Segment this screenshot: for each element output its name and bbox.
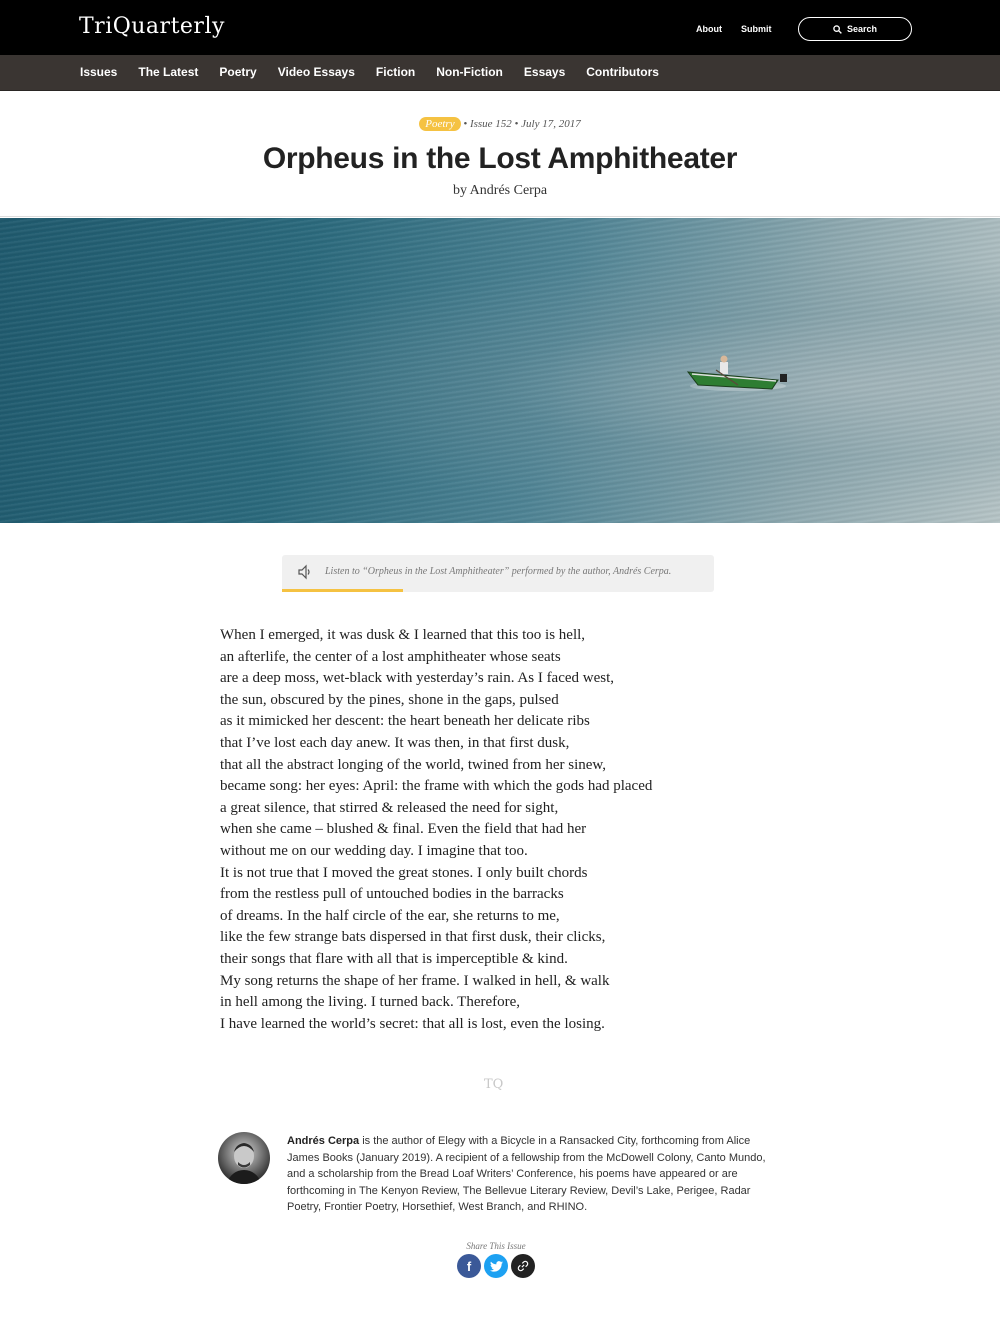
author-bio: Andrés Cerpa is the author of Elegy with… xyxy=(287,1133,777,1216)
poem-line: a great silence, that stirred & released… xyxy=(220,799,559,816)
poem-line: when she came – blushed & final. Even th… xyxy=(220,821,587,838)
poem-line: the sun, obscured by the pines, shone in… xyxy=(220,691,559,708)
category-tag[interactable]: Poetry xyxy=(419,117,461,131)
facebook-icon: f xyxy=(466,1258,472,1274)
meta-separator: • xyxy=(463,118,470,130)
audio-progress-bar[interactable] xyxy=(282,589,403,592)
poem-line: as it mimicked her descent: the heart be… xyxy=(220,713,590,730)
twitter-share-button[interactable] xyxy=(484,1254,508,1278)
submit-link[interactable]: Submit xyxy=(741,24,772,34)
audio-player[interactable]: Listen to “Orpheus in the Lost Amphithea… xyxy=(282,555,714,592)
share-label: Share This Issue xyxy=(466,1241,526,1251)
poem-line: became song: her eyes: April: the frame … xyxy=(220,778,653,795)
nav-item-non-fiction[interactable]: Non-Fiction xyxy=(436,55,503,90)
hero-image xyxy=(0,218,1000,523)
poem-line: an afterlife, the center of a lost amphi… xyxy=(220,648,561,665)
divider xyxy=(0,216,1000,217)
poem-line: that all the abstract longing of the wor… xyxy=(220,756,607,773)
site-logo[interactable]: TriQuarterly xyxy=(79,14,225,39)
about-link[interactable]: About xyxy=(696,24,722,34)
water-texture xyxy=(0,218,1000,523)
nav-item-the-latest[interactable]: The Latest xyxy=(138,55,198,90)
poem-line: of dreams. In the half circle of the ear… xyxy=(220,907,560,924)
nav-item-video-essays[interactable]: Video Essays xyxy=(278,55,355,90)
main-nav: Issues The Latest Poetry Video Essays Fi… xyxy=(0,55,1000,91)
rowboat-illustration xyxy=(686,355,787,391)
twitter-icon xyxy=(489,1260,503,1272)
nav-item-essays[interactable]: Essays xyxy=(524,55,565,90)
issue-number[interactable]: Issue 152 xyxy=(470,118,512,130)
poem-line: I have learned the world’s secret: that … xyxy=(220,1015,605,1032)
nav-item-fiction[interactable]: Fiction xyxy=(376,55,415,90)
poem-line: It is not true that I moved the great st… xyxy=(220,864,588,881)
tq-end-mark: TQ xyxy=(484,1077,504,1092)
author-name[interactable]: Andrés Cerpa xyxy=(287,1135,359,1147)
speaker-icon[interactable] xyxy=(297,564,313,580)
byline: by Andrés Cerpa xyxy=(452,183,548,198)
page-title: Orpheus in the Lost Amphitheater xyxy=(262,142,738,175)
poem-line: from the restless pull of untouched bodi… xyxy=(220,886,564,903)
nav-item-issues[interactable]: Issues xyxy=(80,55,117,90)
share-buttons: f xyxy=(457,1254,535,1278)
poem-body: When I emerged, it was dusk & I learned … xyxy=(220,625,780,1035)
author-portrait-icon xyxy=(226,1143,262,1184)
poem-line: without me on our wedding day. I imagine… xyxy=(220,842,528,859)
top-bar: TriQuarterly About Submit Search xyxy=(0,0,1000,55)
poem-line: When I emerged, it was dusk & I learned … xyxy=(220,627,586,643)
poem-line: their songs that flare with all that is … xyxy=(220,950,568,967)
search-icon xyxy=(833,24,842,34)
poem-line: in hell among the living. I turned back.… xyxy=(220,994,521,1011)
audio-caption: Listen to “Orpheus in the Lost Amphithea… xyxy=(325,566,672,577)
publish-date: July 17, 2017 xyxy=(521,118,581,130)
article-meta: Poetry • Issue 152 • July 17, 2017 xyxy=(0,117,1000,131)
search-button[interactable]: Search xyxy=(798,17,912,41)
author-bio-text: is the author of Elegy with a Bicycle in… xyxy=(287,1135,766,1213)
avatar xyxy=(218,1132,270,1184)
poem-line: My song returns the shape of her frame. … xyxy=(220,972,610,989)
poem-line: like the few strange bats dispersed in t… xyxy=(220,929,606,946)
facebook-share-button[interactable]: f xyxy=(457,1254,481,1278)
copy-link-button[interactable] xyxy=(511,1254,535,1278)
nav-item-poetry[interactable]: Poetry xyxy=(219,55,256,90)
link-icon xyxy=(517,1260,529,1272)
poem-line: that I’ve lost each day anew. It was the… xyxy=(220,734,570,751)
nav-item-contributors[interactable]: Contributors xyxy=(586,55,659,90)
search-label: Search xyxy=(846,24,878,34)
poem-line: are a deep moss, wet-black with yesterda… xyxy=(220,670,615,687)
